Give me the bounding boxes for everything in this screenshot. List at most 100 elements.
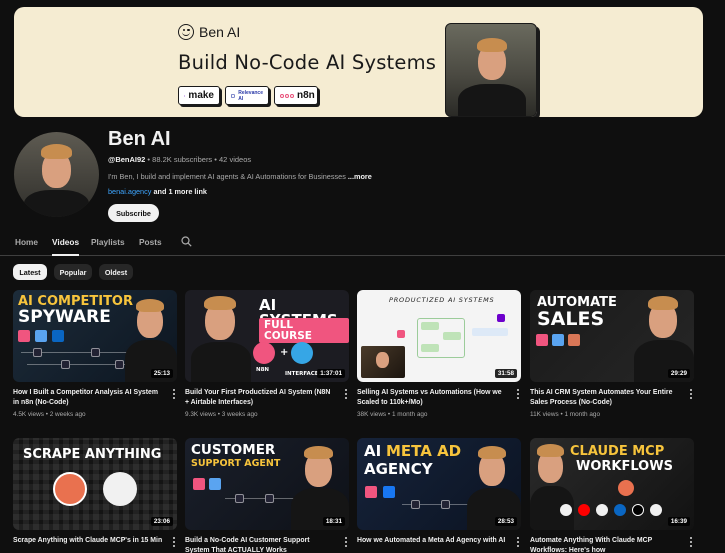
- more-options-icon[interactable]: [171, 536, 177, 548]
- video-meta: 4.5K views • 2 weeks ago: [13, 411, 86, 418]
- channel-avatar[interactable]: [14, 132, 99, 217]
- make-logo: make: [178, 86, 220, 105]
- claude-icon: [618, 480, 634, 496]
- video-thumbnail[interactable]: PRODUCTIZED AI SYSTEMS 31:58: [357, 290, 521, 382]
- channel-tabs: Home Videos Playlists Posts: [0, 230, 725, 256]
- video-count: 42 videos: [219, 155, 252, 164]
- video-meta: 9.3K views • 3 weeks ago: [185, 411, 258, 418]
- make-icon: [184, 94, 186, 97]
- channel-name: Ben AI: [108, 128, 171, 150]
- gmail-icon: [596, 504, 608, 516]
- video-thumbnail[interactable]: CUSTOMER SUPPORT AGENT 18:31: [185, 438, 349, 530]
- channel-description[interactable]: I'm Ben, I build and implement AI agents…: [108, 172, 372, 181]
- video-duration: 16:39: [667, 517, 690, 526]
- n8n-icon: [536, 334, 548, 346]
- notion-icon: [650, 504, 662, 516]
- video-duration: 23:06: [150, 517, 173, 526]
- video-title[interactable]: How we Automated a Meta Ad Agency with A…: [357, 536, 507, 546]
- search-icon[interactable]: [181, 236, 192, 247]
- video-thumbnail[interactable]: AI SYSTEMS FULL COURSE + N8N INTERFACE..…: [185, 290, 349, 382]
- thumb-text: META AD: [386, 442, 462, 460]
- thumb-text: AGENCY: [364, 460, 433, 478]
- video-thumbnail[interactable]: AI COMPETITOR SPYWARE 25:13: [13, 290, 177, 382]
- more-options-icon[interactable]: [171, 388, 177, 400]
- relevance-icon: [231, 93, 235, 98]
- more-options-icon[interactable]: [515, 536, 521, 548]
- more-options-icon[interactable]: [688, 388, 694, 400]
- video-thumbnail[interactable]: CLAUDE MCP WORKFLOWS 16:39: [530, 438, 694, 530]
- video-duration: 31:58: [494, 369, 517, 378]
- banner-brand: Ben AI: [178, 24, 240, 40]
- n8n-icon: [18, 330, 30, 342]
- meta-separator: •: [147, 155, 151, 164]
- tab-videos[interactable]: Videos: [52, 237, 80, 256]
- channel-handle: @BenAI92: [108, 155, 146, 164]
- video-meta: 11K views • 1 month ago: [530, 411, 600, 418]
- description-more-link[interactable]: ...more: [348, 172, 372, 181]
- relevance-logo-text: Relevance AI: [238, 89, 263, 102]
- video-views: 11K views: [530, 411, 559, 418]
- tab-playlists[interactable]: Playlists: [91, 237, 125, 247]
- video-views: 4.5K views: [13, 411, 44, 418]
- subscribe-button[interactable]: Subscribe: [108, 204, 159, 222]
- chip-oldest[interactable]: Oldest: [99, 264, 133, 280]
- video-title[interactable]: Selling AI Systems vs Automations (How w…: [357, 388, 507, 408]
- video-thumbnail[interactable]: AI META AD AGENCY 28:53: [357, 438, 521, 530]
- thumb-text: SALES: [537, 308, 605, 330]
- video-title[interactable]: Automate Anything With Claude MCP Workfl…: [530, 536, 680, 553]
- video-duration: 29:29: [667, 369, 690, 378]
- video-duration: 18:31: [322, 517, 345, 526]
- apify-icon: [560, 504, 572, 516]
- video-age: 2 weeks ago: [49, 411, 86, 418]
- video-title[interactable]: How I Built a Competitor Analysis AI Sys…: [13, 388, 163, 408]
- make-logo-text: make: [188, 90, 214, 101]
- channel-description-text: I'm Ben, I build and implement AI agents…: [108, 172, 346, 181]
- video-age: 1 month ago: [391, 411, 428, 418]
- video-views: 38K views: [357, 411, 387, 418]
- thumb-text: CUSTOMER: [191, 442, 276, 458]
- video-age: 1 month ago: [564, 411, 600, 418]
- banner-brand-name: Ben AI: [199, 24, 241, 40]
- n8n-logo-text: n8n: [297, 90, 315, 101]
- channel-more-links[interactable]: and 1 more link: [153, 187, 207, 196]
- video-title[interactable]: This AI CRM System Automates Your Entire…: [530, 388, 680, 408]
- thumb-text: FULL COURSE: [259, 318, 349, 343]
- x-icon: [632, 504, 644, 516]
- linkedin-icon: [52, 330, 64, 342]
- more-options-icon[interactable]: [688, 536, 694, 548]
- video-thumbnail[interactable]: SCRAPE ANYTHING 23:06: [13, 438, 177, 530]
- banner-headline: Build No-Code AI Systems: [178, 51, 437, 74]
- tab-home[interactable]: Home: [15, 237, 38, 247]
- video-title[interactable]: Build a No-Code AI Customer Support Syst…: [185, 536, 335, 553]
- channel-banner: Ben AI Build No-Code AI Systems make Rel…: [14, 7, 703, 117]
- chip-popular[interactable]: Popular: [54, 264, 92, 280]
- airtable-icon: [209, 478, 221, 490]
- meta-separator: •: [217, 411, 220, 418]
- more-options-icon[interactable]: [343, 388, 349, 400]
- video-title[interactable]: Scrape Anything with Claude MCP's in 15 …: [13, 536, 163, 546]
- chip-latest[interactable]: Latest: [13, 264, 47, 280]
- relevance-ai-logo: Relevance AI: [225, 86, 269, 105]
- channel-link-url[interactable]: benai.agency: [108, 187, 151, 196]
- video-duration: 28:53: [494, 517, 517, 526]
- channel-links[interactable]: benai.agency and 1 more link: [108, 187, 207, 196]
- meta-icon: [383, 486, 395, 498]
- tab-posts[interactable]: Posts: [139, 237, 162, 247]
- video-age: 3 weeks ago: [221, 411, 258, 418]
- claude-icon: [568, 334, 580, 346]
- video-title[interactable]: Build Your First Productized AI System (…: [185, 388, 335, 408]
- thumb-text: WORKFLOWS: [576, 459, 673, 474]
- meta-separator: •: [560, 411, 563, 418]
- more-options-icon[interactable]: [343, 536, 349, 548]
- thumb-text: CLAUDE MCP: [570, 444, 665, 459]
- n8n-icon: [365, 486, 377, 498]
- video-thumbnail[interactable]: AUTOMATE SALES 29:29: [530, 290, 694, 382]
- n8n-icon: [397, 330, 405, 338]
- banner-partner-logos: make Relevance AI n8n: [178, 86, 318, 105]
- more-options-icon[interactable]: [515, 388, 521, 400]
- thumb-text: AI: [364, 442, 382, 460]
- n8n-logo: n8n: [274, 86, 318, 105]
- video-duration: 1:37:01: [317, 369, 345, 378]
- banner-person-photo: [445, 23, 537, 117]
- n8n-icon: [193, 478, 205, 490]
